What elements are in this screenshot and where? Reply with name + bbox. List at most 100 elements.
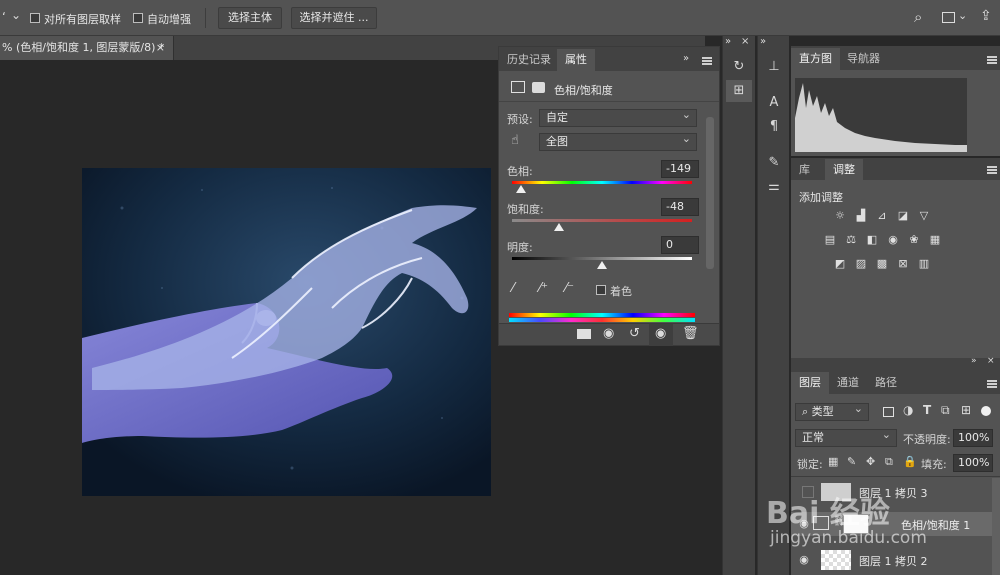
filter-shape-icon[interactable]: ⧉ [941,403,950,418]
curves-icon[interactable]: ⊿ [875,210,889,222]
search-icon[interactable]: ⌕ [914,8,922,26]
saturation-input[interactable]: -48 [661,198,699,216]
add-adjustment-label: 添加调整 [799,191,843,204]
close-icon[interactable]: × [741,36,749,47]
layer-row[interactable]: ◉ 图层 1 拷贝 2 [791,548,1000,572]
filter-pixel-icon[interactable] [883,407,894,417]
tab-layers[interactable]: 图层 [791,372,829,394]
panel-menu-icon[interactable] [702,57,712,65]
sample-all-layers-checkbox[interactable] [30,13,40,23]
clone-source-icon[interactable]: ⊥ [761,56,787,78]
eye-icon[interactable]: ◉ [655,326,666,341]
lock-label: 锁定: [797,458,823,471]
hue-slider-track[interactable] [512,181,692,184]
panel-menu-icon[interactable] [987,166,997,174]
layers-scrollbar[interactable] [992,478,1000,575]
brush-icon[interactable]: ✎ [761,152,787,174]
eye-icon[interactable]: ◉ [797,553,811,566]
lock-artboard-icon[interactable]: ⧉ [885,455,893,469]
posterize-icon[interactable]: ▨ [854,258,868,270]
lock-all-icon[interactable]: 🔒 [903,455,917,468]
hue-input[interactable]: -149 [661,160,699,178]
workspace-icon[interactable] [942,12,955,23]
tab-history[interactable]: 历史记录 [499,49,559,71]
gradient-map-icon[interactable]: ▥ [917,258,931,270]
channel-mixer-icon[interactable]: ❀ [907,234,921,246]
eyedropper-minus-icon[interactable]: ⁄⁻ [565,281,574,296]
lightness-slider-thumb[interactable] [597,261,607,269]
tab-navigator[interactable]: 导航器 [839,48,888,70]
character-icon[interactable]: A [761,92,787,114]
clip-to-layer-icon[interactable] [577,329,591,339]
lightness-slider-track[interactable] [512,257,692,260]
tab-properties[interactable]: 属性 [557,49,595,71]
reset-icon[interactable]: ↺ [629,326,640,341]
eyedropper-icon[interactable]: ⁄ [512,281,514,296]
share-icon[interactable]: ⇪ [980,8,992,24]
hue-slider-thumb[interactable] [516,185,526,193]
saturation-slider-thumb[interactable] [553,223,564,231]
colorize-checkbox[interactable] [596,285,606,295]
expand-icon[interactable]: » [971,356,977,366]
opacity-input[interactable]: 100% [953,429,993,447]
close-icon[interactable]: × [987,356,995,366]
close-tab-icon[interactable]: × [156,36,165,60]
blend-mode-dropdown[interactable]: 正常 [795,427,897,447]
view-previous-icon[interactable]: ◉ [603,326,614,341]
filter-type-icon[interactable]: T [923,403,931,417]
tool-preset-icon[interactable]: ʻ [2,10,6,24]
history-panel-icon[interactable]: ↻ [726,56,752,78]
color-lookup-icon[interactable]: ▦ [928,234,942,246]
auto-enhance-checkbox[interactable] [133,13,143,23]
chevron-down-icon[interactable]: ⌄ [11,8,21,22]
layer-filter-dropdown[interactable]: ⌕ 类型 [795,401,869,421]
hue-saturation-icon[interactable]: ▤ [823,234,837,246]
select-and-mask-button[interactable]: 选择并遮住 ... [291,7,377,29]
threshold-icon[interactable]: ▩ [875,258,889,270]
panel-menu-icon[interactable] [987,380,997,388]
trash-icon[interactable]: 🗑 [682,326,699,341]
filter-toggle-icon[interactable] [981,406,991,416]
exposure-icon[interactable]: ◪ [896,210,910,222]
tab-channels[interactable]: 通道 [829,372,867,394]
tab-adjustments[interactable]: 调整 [825,159,863,181]
collapse-icon[interactable]: » [683,53,689,64]
expand-icon[interactable]: » [725,36,731,47]
selective-color-icon[interactable]: ⊠ [896,258,910,270]
invert-icon[interactable]: ◩ [833,258,847,270]
range-dropdown[interactable]: 全图 [539,131,697,151]
lock-position-icon[interactable]: ✥ [866,455,875,468]
hand-target-icon[interactable]: ☝ [511,133,519,148]
panel-scrollbar[interactable] [706,117,714,269]
document-tab-title: % (色相/饱和度 1, 图层蒙版/8) * [2,41,165,54]
brush-settings-icon[interactable]: ⚌ [761,176,787,198]
tab-library[interactable]: 库 [791,159,818,181]
preset-dropdown[interactable]: 自定 [539,107,697,127]
workspace-chevron-icon[interactable]: ⌄ [958,9,967,22]
black-white-icon[interactable]: ◧ [865,234,879,246]
tab-paths[interactable]: 路径 [867,372,905,394]
panel-menu-icon[interactable] [987,56,997,64]
mask-icon[interactable] [532,82,545,93]
filter-adjustment-icon[interactable]: ◑ [903,403,913,417]
lightness-input[interactable]: 0 [661,236,699,254]
photo-filter-icon[interactable]: ◉ [886,234,900,246]
expand-icon[interactable]: » [760,36,766,47]
lock-image-icon[interactable]: ✎ [847,455,856,468]
filter-smart-object-icon[interactable]: ⊞ [961,403,971,417]
levels-icon[interactable]: ▟ [854,210,868,222]
lock-transparent-icon[interactable]: ▦ [828,455,838,468]
saturation-slider-track[interactable] [512,219,692,222]
color-balance-icon[interactable]: ⚖ [844,234,858,246]
side-strip-1: » × ↻ ⊞ [722,36,755,575]
properties-panel-icon[interactable]: ⊞ [726,80,752,102]
tab-histogram[interactable]: 直方图 [791,48,840,70]
select-subject-button[interactable]: 选择主体 [218,7,282,29]
brightness-contrast-icon[interactable]: ☼ [833,210,847,222]
hue-range-bar-top [509,313,695,317]
document-tab[interactable]: % (色相/饱和度 1, 图层蒙版/8) * × [0,36,174,60]
fill-input[interactable]: 100% [953,454,993,472]
eyedropper-plus-icon[interactable]: ⁄⁺ [539,281,548,296]
paragraph-icon[interactable]: ¶ [761,116,787,138]
vibrance-icon[interactable]: ▽ [917,210,931,222]
